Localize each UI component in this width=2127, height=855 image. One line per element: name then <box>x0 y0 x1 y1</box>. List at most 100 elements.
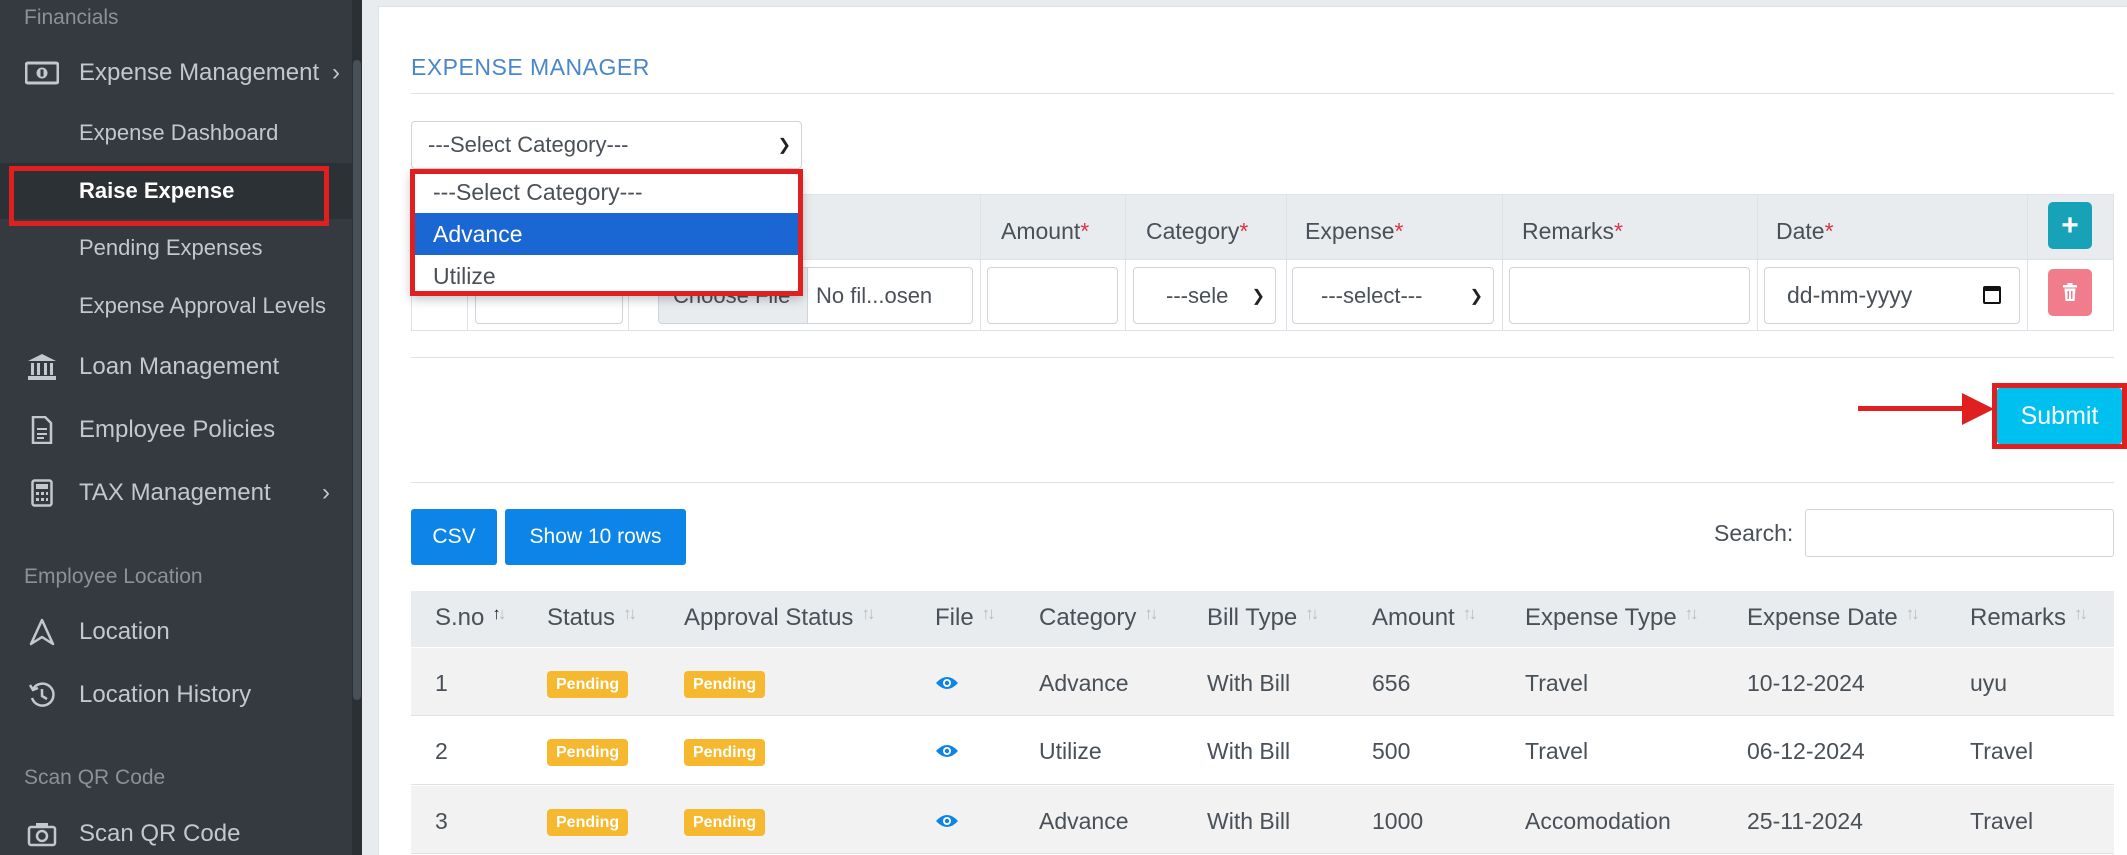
file-name-display: No fil...osen <box>808 267 973 324</box>
cell-remarks: Travel <box>1970 808 2034 834</box>
cell-sno: 2 <box>435 738 448 764</box>
column-header-expense-date[interactable]: Expense Date ↑↓ <box>1747 604 1920 632</box>
cell-bill-type: With Bill <box>1207 670 1291 696</box>
column-header-file[interactable]: File ↑↓ <box>935 604 996 632</box>
date-placeholder: dd-mm-yyyy <box>1787 282 1913 308</box>
column-header-status[interactable]: Status ↑↓ <box>547 604 637 632</box>
cell-expense-date: 25-11-2024 <box>1747 808 1863 834</box>
date-input[interactable]: dd-mm-yyyy <box>1764 267 2020 324</box>
delete-row-button[interactable] <box>2048 269 2092 316</box>
cell-category: Utilize <box>1039 738 1102 764</box>
sidebar-item-location-history[interactable]: Location History <box>0 667 352 723</box>
approval-status-badge: Pending <box>684 671 766 698</box>
cell-expense-type: Travel <box>1525 670 1589 696</box>
sidebar-item-location[interactable]: Location <box>0 604 352 660</box>
sidebar-section-qr: Scan QR Code <box>24 766 166 789</box>
column-header-sno[interactable]: S.no ↑↓ <box>435 604 506 632</box>
cell-expense-type: Travel <box>1525 738 1589 764</box>
page-title: EXPENSE MANAGER <box>411 54 650 80</box>
sidebar-item-expense-approval-levels[interactable]: Expense Approval Levels <box>0 278 352 334</box>
sidebar-section-financials: Financials <box>24 6 119 29</box>
cell-amount: 500 <box>1372 738 1411 764</box>
sidebar-item-label: Expense Dashboard <box>79 120 279 145</box>
trash-icon <box>2063 283 2077 301</box>
header-expense: Expense* <box>1305 218 1404 244</box>
sidebar-item-label: TAX Management <box>79 479 271 506</box>
column-header-expense-type[interactable]: Expense Type ↑↓ <box>1525 604 1699 632</box>
remarks-input[interactable] <box>1509 267 1750 324</box>
sidebar-item-label: Loan Management <box>79 353 280 380</box>
row-expense-select[interactable]: ---select--- ❯ <box>1292 267 1494 324</box>
sidebar-item-scan-qr-code[interactable]: Scan QR Code <box>0 806 352 855</box>
cell-expense-type: Accomodation <box>1525 808 1671 834</box>
sidebar-item-tax-management[interactable]: TAX Management › <box>0 465 352 521</box>
calculator-icon <box>24 477 60 509</box>
cell-bill-type: With Bill <box>1207 808 1291 834</box>
status-badge: Pending <box>547 671 629 698</box>
cell-expense-date: 10-12-2024 <box>1747 670 1865 696</box>
sidebar-section-location: Employee Location <box>24 565 203 588</box>
divider <box>411 93 2114 94</box>
chevron-right-icon: › <box>332 59 340 86</box>
search-label: Search: <box>1714 520 1794 546</box>
history-icon <box>24 679 60 711</box>
bank-icon <box>24 351 60 383</box>
divider <box>411 482 2114 483</box>
column-header-remarks[interactable]: Remarks ↑↓ <box>1970 604 2088 632</box>
sidebar-item-label: Expense Approval Levels <box>79 293 327 318</box>
amount-input[interactable] <box>987 267 1118 324</box>
cell-sno: 1 <box>435 670 448 696</box>
eye-icon[interactable] <box>935 813 959 829</box>
document-icon <box>24 414 60 446</box>
column-divider <box>1757 194 1758 331</box>
money-bill-icon <box>24 57 60 89</box>
sidebar: Financials Expense Management › Expense … <box>0 0 352 855</box>
sidebar-scrollbar-thumb[interactable] <box>353 60 361 700</box>
csv-button[interactable]: CSV <box>411 509 497 565</box>
sidebar-item-pending-expenses[interactable]: Pending Expenses <box>0 220 352 276</box>
approval-status-badge: Pending <box>684 809 766 836</box>
plus-icon: + <box>2061 208 2079 242</box>
annotation-highlight-submit <box>1992 383 2127 449</box>
search-input[interactable] <box>1805 509 2114 557</box>
sidebar-item-expense-dashboard[interactable]: Expense Dashboard <box>0 105 352 161</box>
cell-remarks: uyu <box>1970 670 2008 696</box>
sidebar-item-expense-management[interactable]: Expense Management › <box>0 45 352 101</box>
show-rows-button[interactable]: Show 10 rows <box>505 509 686 565</box>
chevron-down-icon: ❯ <box>777 137 791 154</box>
sidebar-item-label: Employee Policies <box>79 416 276 443</box>
sidebar-item-label: Location History <box>79 681 252 708</box>
annotation-arrow-head <box>1962 393 1994 425</box>
column-header-category[interactable]: Category ↑↓ <box>1039 604 1158 632</box>
column-header-bill-type[interactable]: Bill Type ↑↓ <box>1207 604 1319 632</box>
cell-expense-date: 06-12-2024 <box>1747 738 1865 764</box>
add-row-button[interactable]: + <box>2048 202 2092 249</box>
cell-category: Advance <box>1039 808 1129 834</box>
sidebar-scrollbar[interactable] <box>352 0 362 855</box>
sidebar-item-label: Location <box>79 618 170 645</box>
sidebar-item-label: Expense Management <box>79 59 320 86</box>
cell-amount: 1000 <box>1372 808 1424 834</box>
cell-sno: 3 <box>435 808 448 834</box>
column-header-approval-status[interactable]: Approval Status ↑↓ <box>684 604 875 632</box>
header-amount: Amount* <box>1001 218 1090 244</box>
cell-remarks: Travel <box>1970 738 2034 764</box>
status-badge: Pending <box>547 809 629 836</box>
header-category: Category* <box>1146 218 1249 244</box>
status-badge: Pending <box>547 739 629 766</box>
cell-bill-type: With Bill <box>1207 738 1291 764</box>
row-category-select[interactable]: ---sele ❯ <box>1133 267 1276 324</box>
chevron-down-icon: ❯ <box>1251 287 1265 305</box>
sidebar-item-employee-policies[interactable]: Employee Policies <box>0 402 352 458</box>
sidebar-item-loan-management[interactable]: Loan Management <box>0 339 352 395</box>
header-date: Date* <box>1776 218 1834 244</box>
column-divider <box>1125 194 1126 331</box>
calendar-icon[interactable] <box>1983 286 2001 304</box>
eye-icon[interactable] <box>935 743 959 759</box>
location-arrow-icon <box>24 616 60 648</box>
eye-icon[interactable] <box>935 675 959 691</box>
cell-amount: 656 <box>1372 670 1411 696</box>
divider <box>411 357 2114 358</box>
column-header-amount[interactable]: Amount ↑↓ <box>1372 604 1477 632</box>
category-select[interactable]: ---Select Category--- ❯ <box>411 121 802 169</box>
